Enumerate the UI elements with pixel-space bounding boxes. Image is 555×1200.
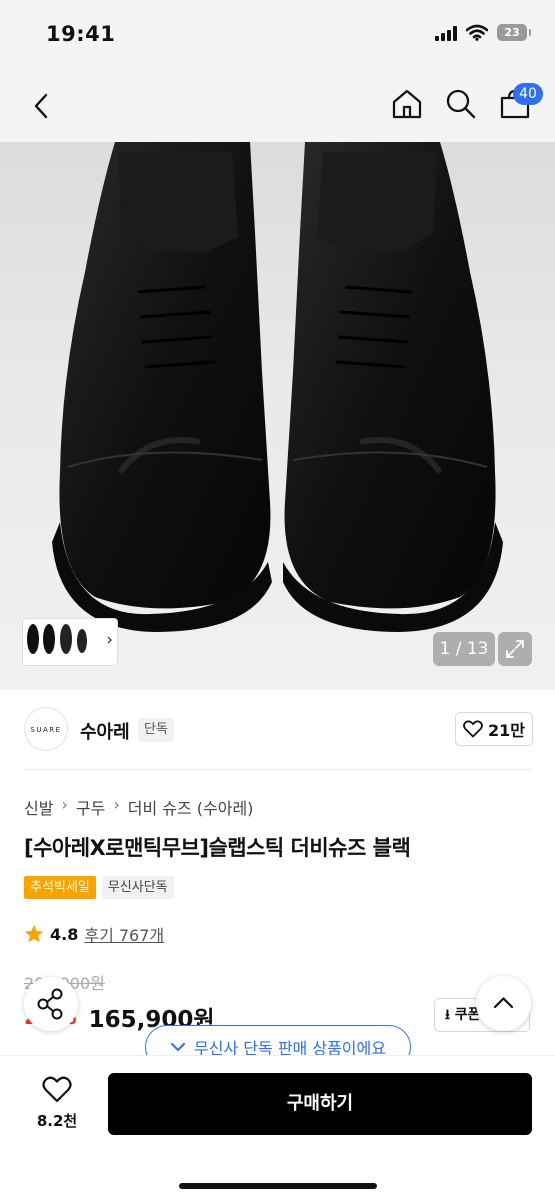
rating-score: 4.8: [50, 924, 79, 944]
expand-icon: [506, 640, 524, 658]
buy-button[interactable]: 구매하기: [108, 1073, 532, 1135]
image-page-counter: 1 / 13: [433, 632, 495, 666]
status-time: 19:41: [46, 22, 116, 46]
home-button[interactable]: [389, 86, 425, 122]
home-icon: [392, 89, 422, 119]
thumbnail-image: [27, 624, 87, 654]
status-bar: 19:41 23: [0, 0, 555, 70]
chevron-right-icon: ›: [113, 795, 120, 814]
share-button[interactable]: [24, 977, 78, 1031]
breadcrumb-item[interactable]: 구두: [76, 795, 105, 819]
cart-button[interactable]: 40: [497, 83, 543, 122]
scroll-to-top-button[interactable]: [476, 976, 531, 1031]
status-icons: 23: [435, 24, 531, 41]
exclusive-tag: 무신사단독: [101, 876, 174, 899]
chevron-up-icon: [493, 997, 514, 1009]
product-title: [수아레X로맨틱무브]슬랩스틱 더비슈즈 블랙: [24, 836, 411, 860]
product-photo: [52, 142, 503, 632]
brand-name[interactable]: 수아레: [80, 718, 130, 744]
expand-image-button[interactable]: [498, 632, 532, 666]
chevron-right-icon: ›: [61, 795, 68, 814]
download-icon: ⭳: [445, 1007, 450, 1023]
search-button[interactable]: [443, 86, 479, 122]
brand-like-button[interactable]: 21만: [455, 712, 533, 746]
breadcrumb-item[interactable]: 더비 슈즈 (수아레): [128, 795, 254, 819]
brand-like-count: 21만: [488, 721, 525, 740]
product-image-gallery[interactable]: › 1 / 13: [0, 142, 555, 690]
sale-tag: 추석빅세일: [24, 876, 96, 899]
product-tags: 추석빅세일 무신사단독: [24, 876, 174, 899]
star-icon: [25, 925, 43, 943]
heart-icon: [463, 720, 483, 738]
cart-count-badge: 40: [513, 83, 543, 105]
gallery-thumbnail-strip[interactable]: ›: [22, 618, 118, 666]
search-icon: [446, 89, 476, 119]
breadcrumb: 신발 › 구두 › 더비 슈즈 (수아레): [24, 795, 253, 819]
divider: [24, 769, 531, 770]
bottom-action-bar: 8.2천 구매하기: [0, 1055, 555, 1200]
wishlist-count: 8.2천: [36, 1112, 78, 1130]
top-nav: 40: [0, 70, 555, 142]
heart-icon: [42, 1076, 72, 1103]
chevron-right-icon: ›: [106, 630, 113, 650]
home-indicator: [179, 1183, 377, 1189]
rating[interactable]: 4.8 후기 767개: [24, 922, 164, 946]
back-icon: [34, 93, 48, 119]
signal-icon: [435, 25, 457, 41]
wishlist-button[interactable]: 8.2천: [26, 1076, 88, 1138]
back-button[interactable]: [24, 88, 60, 124]
exclusive-tag: 단독: [138, 718, 174, 742]
brand-row[interactable]: SUARE 수아레 단독 21만: [0, 690, 555, 770]
brand-logo[interactable]: SUARE: [24, 707, 68, 751]
review-count-link[interactable]: 후기 767개: [84, 922, 164, 946]
battery-icon: 23: [497, 24, 531, 41]
chevron-down-icon: [171, 1043, 186, 1051]
share-icon: [37, 988, 63, 1020]
breadcrumb-item[interactable]: 신발: [24, 795, 53, 819]
wifi-icon: [466, 24, 488, 41]
